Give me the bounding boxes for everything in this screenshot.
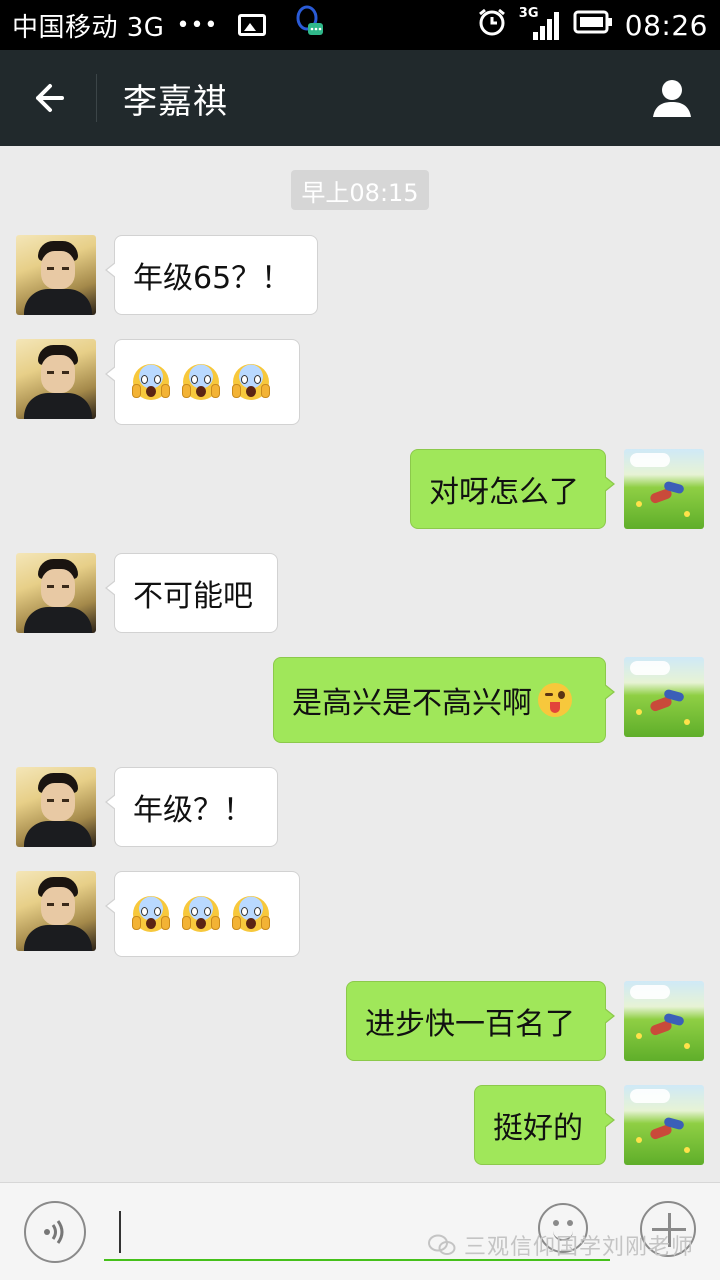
text-cursor — [119, 1211, 121, 1253]
alarm-icon — [477, 7, 507, 44]
voice-button[interactable] — [24, 1201, 86, 1263]
carrier-label: 中国移动 3G — [12, 12, 165, 43]
watermark: 三观信仰国学刘刚老师 — [428, 1229, 694, 1261]
contact-avatar[interactable] — [16, 339, 96, 419]
message-text: 挺好的 — [493, 1111, 583, 1146]
message-text: 年级65？！ — [133, 261, 292, 296]
message-bubble-incoming[interactable]: 年级65？！ — [105, 235, 318, 315]
chat-info-button[interactable] — [624, 50, 720, 146]
my-avatar[interactable] — [624, 657, 704, 737]
my-avatar[interactable] — [624, 1085, 704, 1165]
person-icon — [653, 80, 691, 117]
qq-notification-icon — [292, 5, 326, 46]
gallery-icon — [238, 14, 267, 36]
contact-avatar[interactable] — [16, 871, 96, 951]
scream-emoji — [232, 364, 270, 400]
message-text: 是高兴是不高兴啊 — [292, 686, 532, 721]
scream-emoji — [132, 364, 170, 400]
message-text: 不可能吧 — [133, 579, 253, 614]
message-bubble-incoming[interactable]: 年级？！ — [105, 767, 278, 847]
arrow-left-icon — [36, 84, 64, 112]
message-bubble-incoming[interactable] — [105, 871, 300, 957]
chat-area[interactable]: 早上08:15 年级65？！ 对呀怎么了 不可能吧 是高兴是不高兴啊 年级？！ … — [0, 146, 720, 1182]
voice-icon — [44, 1220, 64, 1244]
watermark-text: 三观信仰国学刘刚老师 — [464, 1235, 695, 1260]
title-bar: 李嘉祺 — [0, 50, 720, 146]
scream-emoji — [182, 364, 220, 400]
message-bubble-incoming[interactable]: 不可能吧 — [105, 553, 278, 633]
scream-emoji — [182, 896, 220, 932]
my-avatar[interactable] — [624, 981, 704, 1061]
wechat-logo-icon — [428, 1234, 456, 1255]
contact-avatar[interactable] — [16, 235, 96, 315]
message-bubble-outgoing[interactable]: 进步快一百名了 — [346, 981, 615, 1061]
message-text: 对呀怎么了 — [429, 475, 579, 510]
message-bubble-outgoing[interactable]: 是高兴是不高兴啊 — [273, 657, 615, 743]
message-bubble-outgoing[interactable]: 挺好的 — [474, 1085, 615, 1165]
more-notifications-dots: ••• — [176, 12, 219, 38]
message-bubble-incoming[interactable] — [105, 339, 300, 425]
chat-title: 李嘉祺 — [123, 81, 228, 122]
signal-icon: 3G — [519, 6, 561, 42]
status-bar: 中国移动 3G ••• 3G 08:26 — [0, 0, 720, 50]
message-text: 年级？！ — [133, 793, 253, 828]
message-bubble-outgoing[interactable]: 对呀怎么了 — [410, 449, 615, 529]
title-divider — [96, 74, 97, 122]
my-avatar[interactable] — [624, 449, 704, 529]
back-button[interactable] — [0, 50, 96, 146]
timestamp: 早上08:15 — [291, 170, 429, 210]
scream-emoji — [232, 896, 270, 932]
battery-icon — [573, 10, 613, 41]
contact-avatar[interactable] — [16, 553, 96, 633]
message-text: 进步快一百名了 — [365, 1007, 575, 1042]
clock: 08:26 — [624, 8, 708, 42]
contact-avatar[interactable] — [16, 767, 96, 847]
wink-tongue-emoji — [538, 683, 572, 717]
scream-emoji — [132, 896, 170, 932]
